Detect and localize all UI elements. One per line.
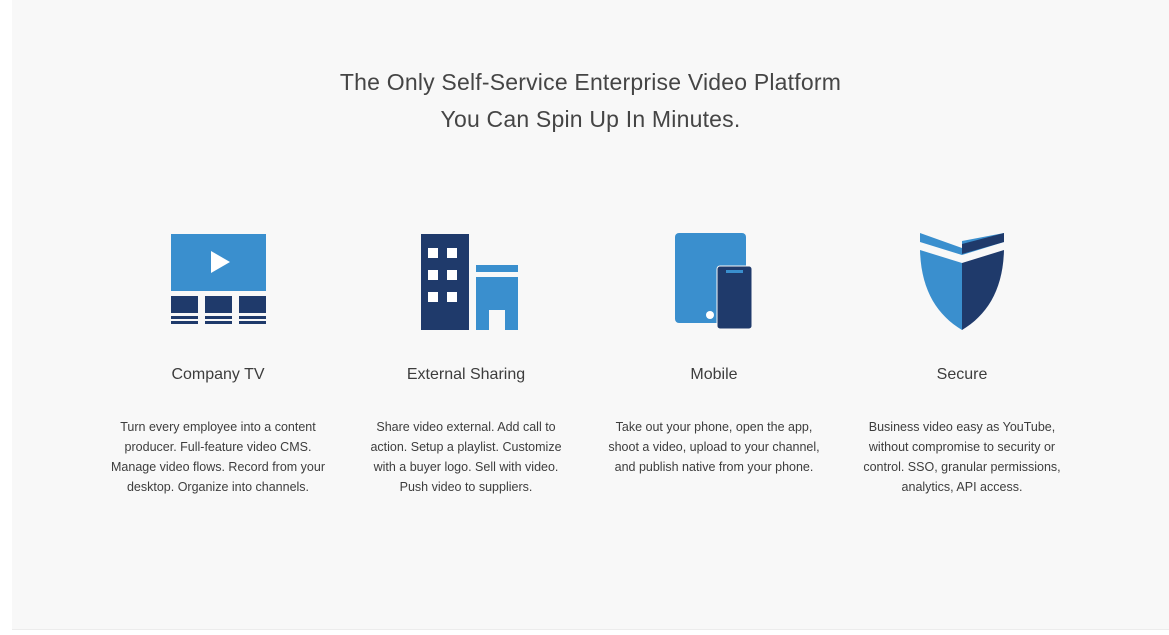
feature-title: Secure [936,366,988,383]
headline-line-2: You Can Spin Up In Minutes. [440,106,741,132]
feature-mobile: Mobile Take out your phone, open the app… [599,230,829,477]
features-section: The Only Self-Service Enterprise Video P… [12,0,1169,630]
headline-line-1: The Only Self-Service Enterprise Video P… [339,69,842,95]
feature-title: External Sharing [406,366,526,383]
feature-secure: Secure Business video easy as YouTube, w… [847,230,1077,497]
feature-external-sharing: External Sharing Share video external. A… [351,230,581,497]
feature-description: Turn every employee into a content produ… [111,420,325,494]
feature-description: Share video external. Add call to action… [370,420,562,494]
feature-description: Take out your phone, open the app, shoot… [608,420,820,474]
buildings-icon [421,234,518,330]
feature-description: Business video easy as YouTube, without … [863,420,1061,494]
section-headline: The Only Self-Service Enterprise Video P… [12,64,1169,138]
feature-title: Company TV [171,366,265,383]
feature-title: Mobile [690,366,738,383]
video-player-icon [171,234,266,324]
tablet-phone-icon [675,233,753,330]
shield-icon [920,233,1004,330]
feature-company-tv: Company TV Turn every employee into a co… [103,230,333,497]
